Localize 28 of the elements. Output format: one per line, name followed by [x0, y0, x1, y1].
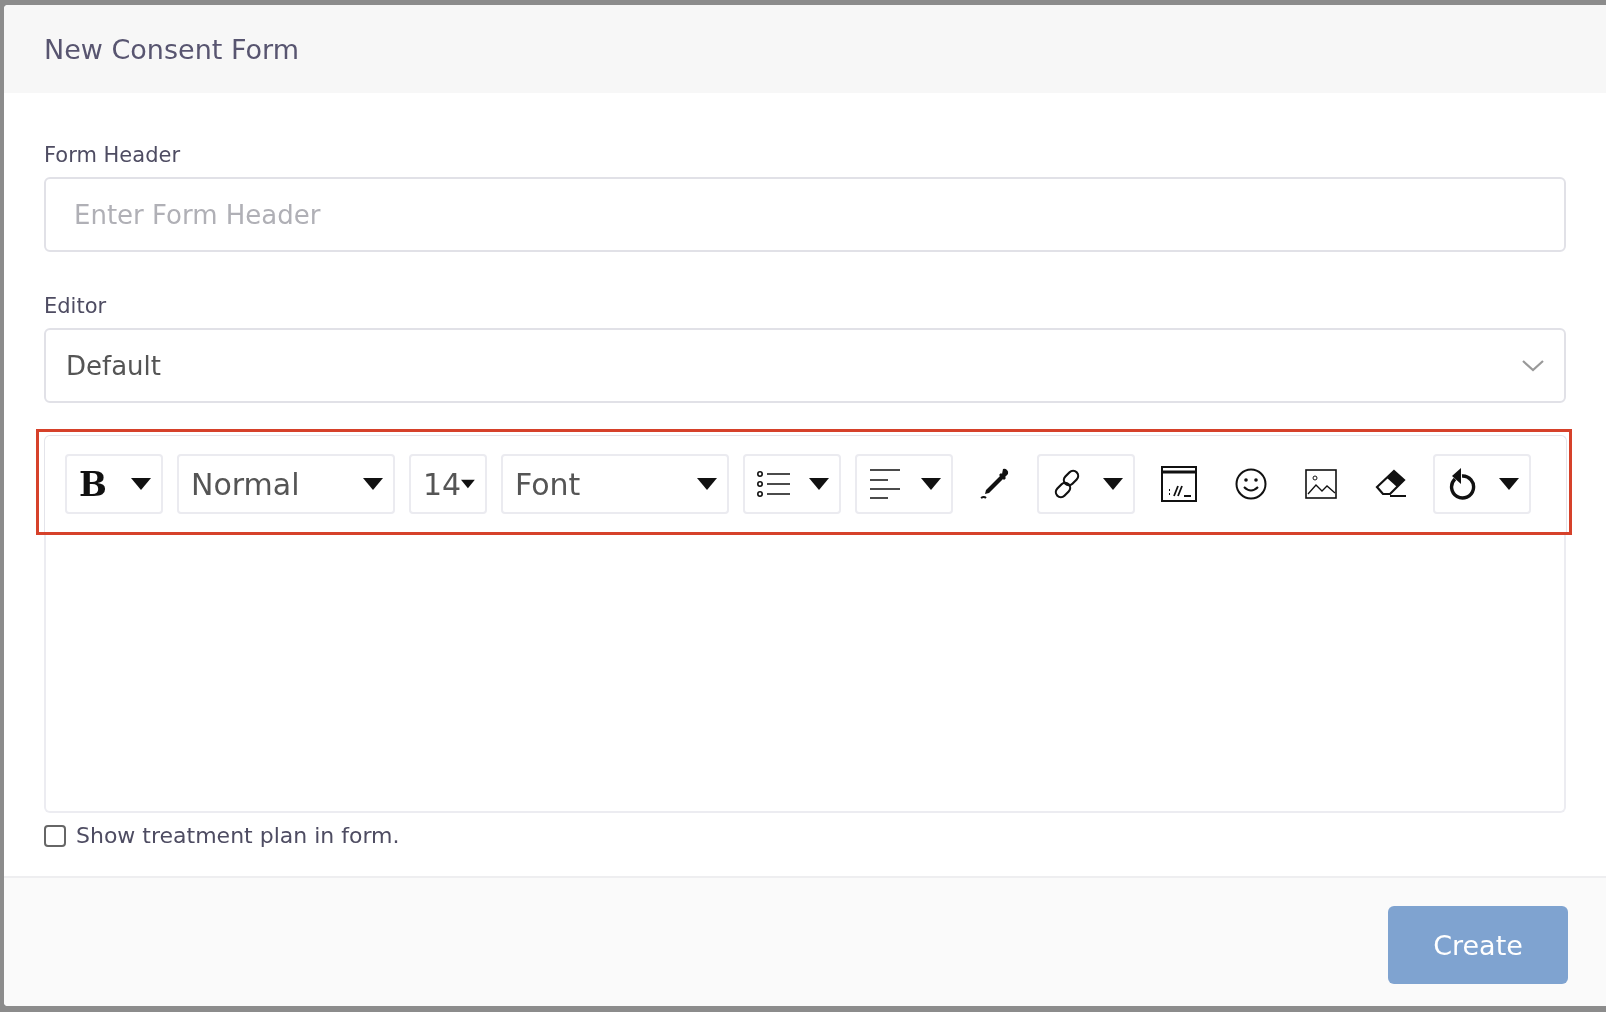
list-icon: [757, 470, 791, 498]
caret-icon: [363, 478, 383, 490]
toolbar-dropdown[interactable]: [1037, 454, 1135, 514]
caret-icon: [809, 478, 829, 490]
align-left-icon: [869, 468, 901, 500]
caret-icon: [1103, 478, 1123, 490]
bold-icon: B: [79, 464, 107, 504]
toolbar-dropdown[interactable]: B: [65, 454, 163, 514]
toolbar-dropdown[interactable]: Normal: [177, 454, 395, 514]
undo-icon: [1447, 467, 1477, 501]
field-label: Form Header: [44, 143, 182, 167]
select-field[interactable]: Default: [44, 328, 1566, 403]
caret-icon: [1499, 478, 1519, 490]
checkbox[interactable]: [44, 824, 66, 847]
toolbar-dropdown[interactable]: 14: [409, 454, 487, 514]
dialog-title: New Consent Form: [44, 33, 299, 65]
chevron-icon: [1522, 359, 1544, 372]
toolbar-dropdown[interactable]: [855, 454, 953, 514]
checkbox-label: Show treatment plan in form.: [76, 823, 400, 848]
caret-icon: [461, 478, 475, 490]
toolbar-dropdown[interactable]: [1433, 454, 1531, 514]
toolbar-dropdown[interactable]: Font: [501, 454, 729, 514]
field-label: Editor: [44, 294, 108, 318]
input-field[interactable]: Enter Form Header: [44, 177, 1566, 252]
toolbar-dropdown[interactable]: [743, 454, 841, 514]
caret-icon: [697, 478, 717, 490]
caret-icon: [131, 478, 151, 490]
caret-icon: [921, 478, 941, 490]
